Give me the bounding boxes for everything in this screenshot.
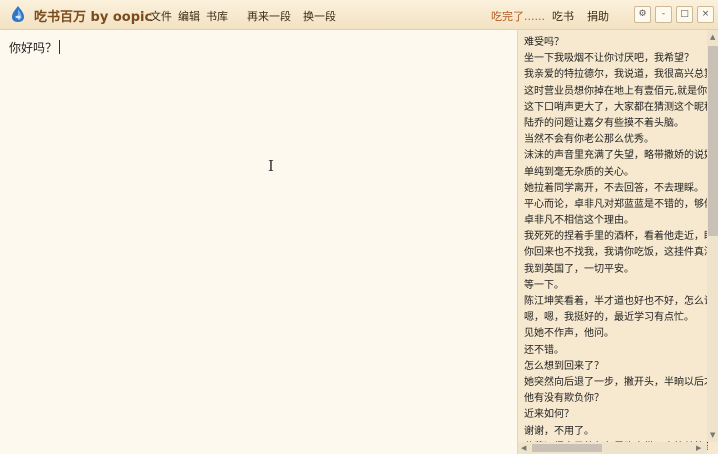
text-editor[interactable]: 你好吗？	[0, 30, 516, 454]
passage-line[interactable]: 我死死的捏着手里的酒杯，看着他走近，眼	[524, 229, 708, 245]
passage-line[interactable]: 还不错。	[524, 343, 708, 359]
passage-line[interactable]: 难受吗？	[524, 35, 708, 51]
scroll-left-icon[interactable]: ◀	[521, 443, 526, 453]
scroll-up-icon[interactable]: ▲	[710, 32, 715, 42]
scroll-down-icon[interactable]: ▼	[710, 430, 715, 440]
status-text: 吃完了......	[491, 10, 545, 23]
menu-edit[interactable]: 编辑	[178, 8, 200, 24]
passage-line[interactable]: 他有没有欺负你？	[524, 391, 708, 407]
read-another-button[interactable]: 再来一段	[247, 8, 291, 24]
editor-content[interactable]: 你好吗？	[9, 39, 61, 56]
passage-line[interactable]: 坐一下我吸烟不让你讨厌吧，我希望？	[524, 51, 708, 67]
scroll-right-icon[interactable]: ▶	[696, 443, 701, 453]
maximize-button[interactable]: □	[676, 6, 693, 23]
editor-text: 你好吗？	[9, 41, 58, 55]
horizontal-scrollbar[interactable]: ◀ ▶	[518, 442, 707, 454]
passage-line[interactable]: 你回来也不找我，我请你吃饭，这挂件真漂	[524, 245, 708, 261]
maximize-icon: □	[680, 9, 689, 19]
passage-line[interactable]: 见她不作声，他问。	[524, 326, 708, 342]
passage-line[interactable]: 平心而论，卓非凡对郑蓝蓝是不错的，够体	[524, 197, 708, 213]
gear-icon: ⚙	[638, 9, 647, 19]
vertical-scroll-thumb[interactable]	[708, 46, 718, 236]
settings-button[interactable]: ⚙	[634, 6, 651, 23]
text-caret	[59, 40, 61, 54]
close-icon: ×	[701, 9, 710, 19]
ibeam-cursor-icon: I	[268, 157, 274, 175]
app-title: 吃书百万 by oopic	[34, 10, 153, 25]
passage-line[interactable]: 近来如何？	[524, 407, 708, 423]
passage-line[interactable]: 这下口哨声更大了，大家都在猜测这个昵称	[524, 100, 708, 116]
title-bar: 吃书百万 by oopic 文件 编辑 书库 再来一段 换一段 吃完了.....…	[0, 0, 718, 30]
passage-line[interactable]: 谢谢，不用了。	[524, 424, 708, 440]
passage-line[interactable]: 单纯到毫无杂质的关心。	[524, 165, 708, 181]
passage-line[interactable]: 我到英国了，一切平安。	[524, 262, 708, 278]
passage-side-panel: 难受吗？ 坐一下我吸烟不让你讨厌吧，我希望？ 我亲爱的特拉德尔，我说道，我很高兴总算…	[517, 30, 718, 454]
menu-file[interactable]: 文件	[150, 8, 172, 24]
app-logo-icon	[12, 6, 24, 22]
passage-line[interactable]: 沫沫的声音里充满了失望，略带撒娇的说她	[524, 148, 708, 164]
passage-line[interactable]: 嗯，嗯，我挺好的，最近学习有点忙。	[524, 310, 708, 326]
passage-line[interactable]: 当然不会有你老公那么优秀。	[524, 132, 708, 148]
menu-library[interactable]: 书库	[206, 8, 228, 24]
minimize-icon: -	[661, 9, 666, 19]
vertical-scrollbar[interactable]: ▲ ▼	[707, 30, 718, 442]
passage-line[interactable]: 她拉着同学离开，不去回答，不去理睬。	[524, 181, 708, 197]
swap-passage-button[interactable]: 换一段	[303, 8, 336, 24]
passage-line[interactable]: 这时营业员想你掉在地上有壹佰元,就是你	[524, 84, 708, 100]
minimize-button[interactable]: -	[655, 6, 672, 23]
passage-line[interactable]: 她突然向后退了一步，撇开头，半晌以后才	[524, 375, 708, 391]
passage-line[interactable]: 陆乔的问题让嘉夕有些摸不着头脑。	[524, 116, 708, 132]
horizontal-scroll-thumb[interactable]	[532, 444, 602, 452]
eat-book-button[interactable]: 吃书	[552, 8, 574, 24]
passage-list: 难受吗？ 坐一下我吸烟不让你讨厌吧，我希望？ 我亲爱的特拉德尔，我说道，我很高兴总算…	[524, 35, 708, 454]
passage-line[interactable]: 怎么想到回来了？	[524, 359, 708, 375]
passage-line[interactable]: 等一下。	[524, 278, 708, 294]
close-button[interactable]: ×	[697, 6, 714, 23]
passage-line[interactable]: 我亲爱的特拉德尔，我说道，我很高兴总算	[524, 67, 708, 83]
passage-line[interactable]: 卓非凡不相信这个理由。	[524, 213, 708, 229]
donate-button[interactable]: 捐助	[587, 8, 609, 24]
passage-line[interactable]: 陈江坤笑看着，半才道也好也不好，怎么说	[524, 294, 708, 310]
